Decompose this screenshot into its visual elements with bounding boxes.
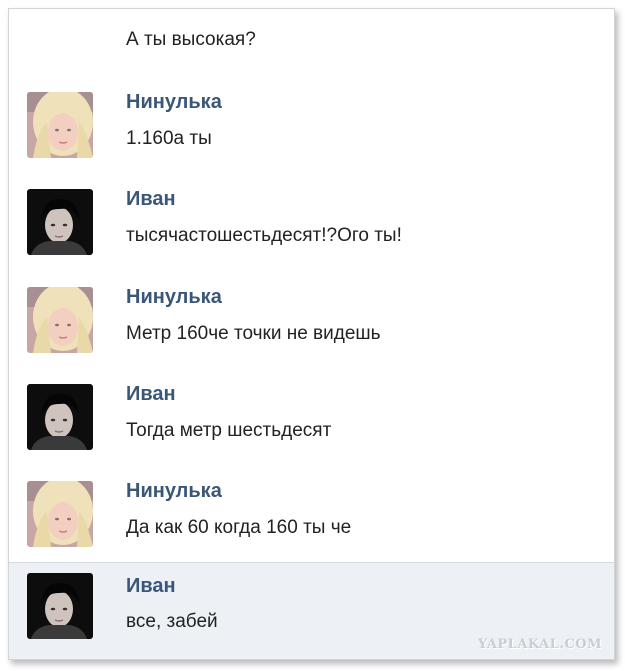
author-name[interactable]: Иван	[126, 188, 176, 211]
author-name[interactable]: Нинулька	[126, 286, 222, 309]
author-name[interactable]: Нинулька	[126, 480, 222, 503]
girl-avatar[interactable]	[27, 92, 93, 158]
watermark: YAPLAKAL.COM	[477, 637, 602, 652]
chat-message: Нинулька Метр 160че точки не видешь	[9, 279, 614, 374]
girl-avatar[interactable]	[27, 481, 93, 547]
author-name[interactable]: Иван	[126, 383, 176, 406]
author-name[interactable]: Иван	[126, 575, 176, 598]
message-text: Метр 160че точки не видешь	[126, 323, 381, 344]
chat-window: А ты высокая? Нинулька 1.160а ты Иван ты…	[8, 8, 615, 660]
boy-avatar[interactable]	[27, 384, 93, 450]
boy-avatar[interactable]	[27, 189, 93, 255]
message-text: Тогда метр шестьдесят	[126, 420, 332, 441]
chat-message: Иван тысячастошестьдесят!?Ого ты!	[9, 181, 614, 276]
chat-message: Нинулька Да как 60 когда 160 ты че	[9, 473, 614, 568]
chat-message: Нинулька 1.160а ты	[9, 84, 614, 179]
boy-avatar[interactable]	[27, 573, 93, 639]
message-text: тысячастошестьдесят!?Ого ты!	[126, 225, 402, 246]
chat-message: Иван Тогда метр шестьдесят	[9, 376, 614, 471]
message-text: Да как 60 когда 160 ты че	[126, 517, 352, 538]
author-name[interactable]: Нинулька	[126, 91, 222, 114]
message-text: все, забей	[126, 611, 218, 632]
chat-message-highlighted: Иван все, забей YAPLAKAL.COM	[9, 562, 614, 659]
message-continuation-text: А ты высокая?	[126, 29, 256, 50]
message-text: 1.160а ты	[126, 128, 212, 149]
girl-avatar[interactable]	[27, 287, 93, 353]
